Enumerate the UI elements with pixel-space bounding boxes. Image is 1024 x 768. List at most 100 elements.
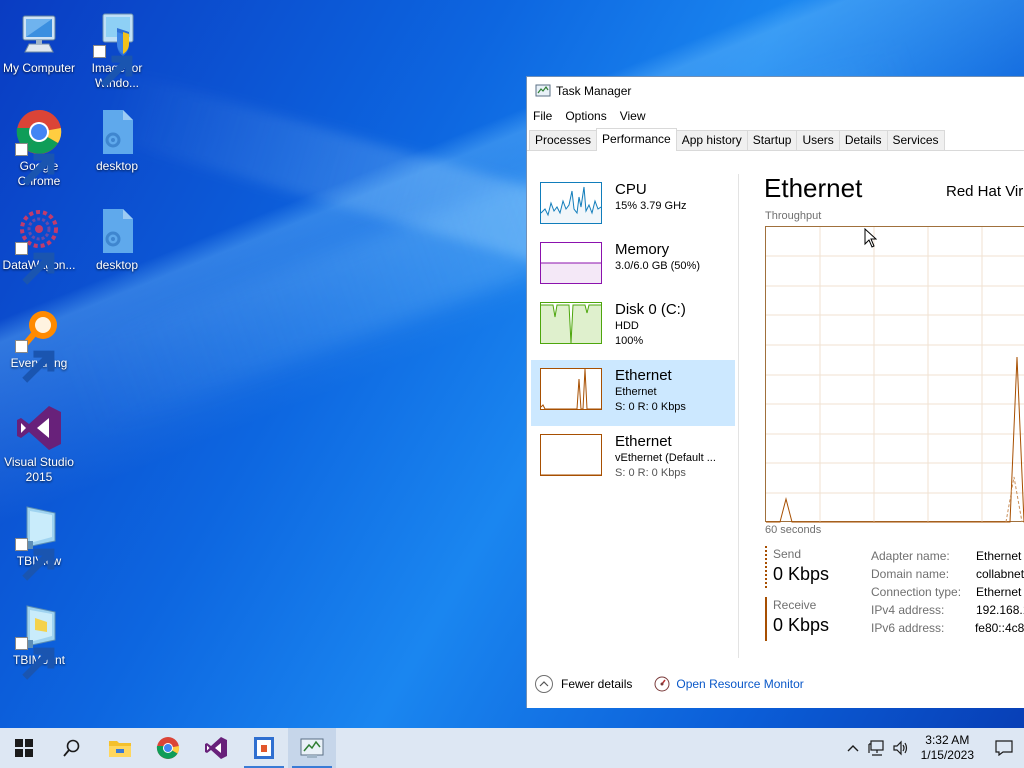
taskbar-clock[interactable]: 3:32 AM 1/15/2023 bbox=[921, 733, 974, 763]
footer-bar: Fewer details Open Resource Monitor bbox=[535, 675, 804, 693]
title-bar[interactable]: Task Manager bbox=[527, 77, 1024, 105]
property-value: Ethernet bbox=[976, 549, 1022, 563]
tab-strip: Processes Performance App history Startu… bbox=[527, 127, 1024, 151]
property-key: IPv6 address: bbox=[871, 621, 945, 635]
adapter-description: Red Hat Vir bbox=[946, 183, 1024, 200]
mouse-pointer-icon bbox=[864, 228, 877, 248]
time-span-label: 60 seconds bbox=[765, 524, 822, 536]
taskbar-task-manager[interactable] bbox=[288, 728, 336, 768]
action-center-button[interactable] bbox=[984, 728, 1024, 768]
clock-date: 1/15/2023 bbox=[920, 748, 974, 762]
throughput-graph bbox=[765, 226, 1024, 523]
tab-services[interactable]: Services bbox=[886, 130, 945, 150]
image-for-windows-icon bbox=[93, 10, 141, 88]
resource-item-disk[interactable]: Disk 0 (C:) HDD 100% bbox=[531, 294, 735, 360]
property-value: fe80::4c8e bbox=[974, 621, 1024, 635]
desktop-icon-label: desktop bbox=[95, 159, 139, 173]
resource-item-cpu[interactable]: CPU 15% 3.79 GHz bbox=[531, 174, 735, 234]
shortcut-arrow-icon bbox=[15, 143, 55, 186]
window-title: Task Manager bbox=[556, 84, 632, 98]
taskbar-visual-studio[interactable] bbox=[192, 728, 240, 768]
desktop-icon-label: My Computer bbox=[2, 61, 76, 75]
taskbar-app[interactable] bbox=[240, 728, 288, 768]
datawagon-icon bbox=[15, 207, 63, 285]
cpu-mini-graph bbox=[540, 182, 602, 224]
property-row: Domain name: collabnet bbox=[871, 565, 1024, 583]
tab-users[interactable]: Users bbox=[796, 130, 840, 150]
resource-stat: 15% 3.79 GHz bbox=[615, 200, 687, 212]
show-hidden-icons-button[interactable] bbox=[841, 728, 865, 768]
resource-item-ethernet[interactable]: Ethernet Ethernet S: 0 R: 0 Kbps bbox=[531, 360, 735, 426]
menu-options[interactable]: Options bbox=[565, 109, 606, 123]
chrome-icon bbox=[15, 108, 63, 186]
throughput-label: Throughput bbox=[765, 210, 822, 222]
resource-item-memory[interactable]: Memory 3.0/6.0 GB (50%) bbox=[531, 234, 735, 294]
desktop-icon-desktop-file[interactable]: desktop bbox=[78, 207, 156, 273]
desktop-icon-google-chrome[interactable]: Google Chrome bbox=[0, 108, 78, 189]
receive-value: 0 Kbps bbox=[773, 615, 830, 635]
taskbar: 3:32 AM 1/15/2023 bbox=[0, 728, 1024, 768]
send-label: Send bbox=[773, 547, 802, 561]
property-key: Domain name: bbox=[871, 567, 950, 581]
receive-label: Receive bbox=[773, 598, 817, 612]
menu-view[interactable]: View bbox=[620, 109, 646, 123]
performance-resource-list: CPU 15% 3.79 GHz Memory 3.0/6.0 GB (50%)… bbox=[531, 174, 735, 492]
property-row: IPv6 address: fe80::4c8e bbox=[871, 619, 1024, 637]
shortcut-arrow-icon bbox=[15, 538, 55, 581]
resource-stat: S: 0 R: 0 Kbps bbox=[615, 467, 686, 479]
task-manager-icon bbox=[300, 738, 324, 758]
send-stat: Send 0 Kbps bbox=[765, 546, 829, 590]
system-tray: 3:32 AM 1/15/2023 bbox=[841, 728, 1024, 768]
property-value: 192.168.1 bbox=[976, 603, 1024, 617]
open-resource-monitor-link[interactable]: Open Resource Monitor bbox=[676, 677, 803, 691]
resource-name: Ethernet bbox=[615, 433, 672, 450]
task-manager-window[interactable]: Task Manager File Options View Processes… bbox=[526, 76, 1024, 708]
tab-app-history[interactable]: App history bbox=[675, 130, 748, 150]
desktop-icon-everything[interactable]: Everything bbox=[0, 305, 78, 383]
desktop-icon-tbiview[interactable]: TBIView bbox=[0, 503, 78, 581]
start-icon bbox=[15, 739, 33, 757]
volume-tray-button[interactable] bbox=[889, 728, 913, 768]
desktop-icon-tbimount[interactable]: TBIMount bbox=[0, 602, 78, 680]
shortcut-arrow-icon bbox=[15, 340, 55, 383]
tab-performance[interactable]: Performance bbox=[596, 128, 677, 151]
resource-monitor-icon bbox=[654, 676, 670, 692]
task-manager-icon bbox=[535, 84, 551, 97]
memory-mini-graph bbox=[540, 242, 602, 284]
desktop-icon-my-computer[interactable]: My Computer bbox=[0, 10, 78, 76]
menu-bar: File Options View bbox=[527, 105, 1024, 127]
property-key: Adapter name: bbox=[871, 549, 950, 563]
tab-startup[interactable]: Startup bbox=[746, 130, 798, 150]
resource-item-vethernet[interactable]: Ethernet vEthernet (Default ... S: 0 R: … bbox=[531, 426, 735, 492]
property-row: Connection type: Ethernet bbox=[871, 583, 1024, 601]
everything-search-icon bbox=[15, 305, 63, 383]
send-value: 0 Kbps bbox=[773, 564, 830, 584]
chevron-up-icon[interactable] bbox=[535, 675, 553, 693]
search-button[interactable] bbox=[48, 728, 96, 768]
taskbar-chrome[interactable] bbox=[144, 728, 192, 768]
resource-name: Ethernet bbox=[615, 367, 672, 384]
property-row: IPv4 address: 192.168.1 bbox=[871, 601, 1024, 619]
desktop-icon-image-for-windows[interactable]: Image for Windo... bbox=[78, 10, 156, 91]
speaker-icon bbox=[893, 740, 907, 756]
tbiview-icon bbox=[15, 503, 63, 581]
menu-file[interactable]: File bbox=[533, 109, 552, 123]
desktop-icon-datawagon[interactable]: DataWagon... bbox=[0, 207, 78, 285]
desktop-icon-label: desktop bbox=[95, 258, 139, 272]
tab-details[interactable]: Details bbox=[838, 130, 888, 150]
taskbar-file-explorer[interactable] bbox=[96, 728, 144, 768]
property-key: Connection type: bbox=[871, 585, 962, 599]
property-key: IPv4 address: bbox=[871, 603, 945, 617]
property-value: Ethernet bbox=[976, 585, 1022, 599]
desktop-icon-desktop-file[interactable]: desktop bbox=[78, 108, 156, 174]
fewer-details-button[interactable]: Fewer details bbox=[561, 677, 632, 691]
file-explorer-icon bbox=[109, 741, 131, 757]
clock-time: 3:32 AM bbox=[925, 733, 970, 747]
start-button[interactable] bbox=[0, 728, 48, 768]
notification-icon bbox=[995, 740, 1013, 756]
disk-mini-graph bbox=[540, 302, 602, 344]
desktop-icon-visual-studio[interactable]: Visual Studio 2015 bbox=[0, 404, 78, 485]
tab-processes[interactable]: Processes bbox=[529, 130, 598, 150]
shortcut-arrow-icon bbox=[15, 637, 55, 680]
network-tray-button[interactable] bbox=[865, 728, 889, 768]
